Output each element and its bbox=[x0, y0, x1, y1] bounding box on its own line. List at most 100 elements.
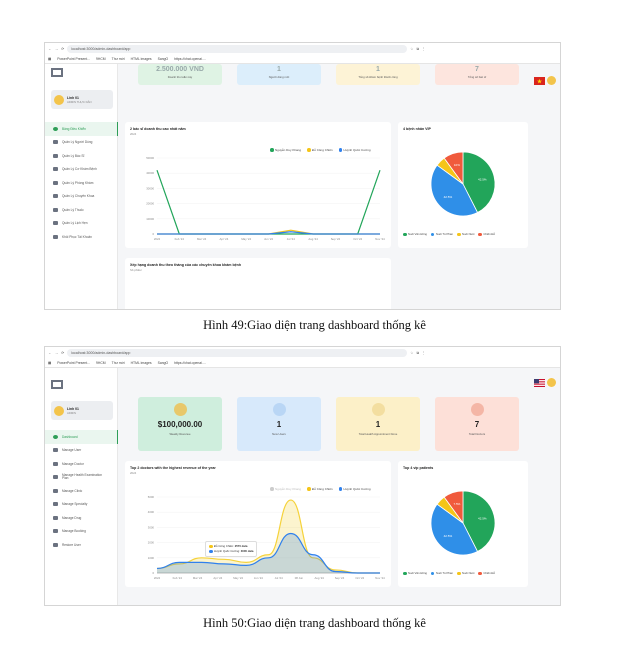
sidebar-item-drug[interactable]: Quản Lý Thuốc bbox=[45, 203, 118, 217]
sidebar-item-specialty[interactable]: Quản Lý Chuyên Khoa bbox=[45, 190, 118, 204]
stat-card-new-users: 1 New Users bbox=[237, 397, 321, 451]
bookmark[interactable]: HTML images bbox=[131, 57, 152, 61]
legend-item[interactable]: Nuôi Nuôi bbox=[457, 232, 474, 237]
bookmark[interactable]: 9HCM bbox=[96, 57, 106, 61]
bookmarks-bar: ▦ PowerPoint Present... 9HCM Thư mới HTM… bbox=[45, 55, 560, 64]
forward-icon[interactable]: → bbox=[55, 351, 59, 355]
sidebar: Linh 01 ADMIN Dashboard Manage User Mana… bbox=[45, 368, 118, 605]
doctor-icon bbox=[470, 403, 484, 416]
sidebar-item-restore[interactable]: Khôi Phục Tài Khoản bbox=[45, 230, 118, 244]
app-logo-icon[interactable] bbox=[51, 380, 63, 389]
user-profile[interactable]: Linh 01 ADMIN THỰC DÂN bbox=[51, 90, 113, 109]
sidebar-item-drug[interactable]: Manage Drug bbox=[45, 511, 118, 525]
user-avatar[interactable] bbox=[547, 76, 556, 85]
x-tick-label: 08 Jun bbox=[295, 576, 304, 580]
sidebar-item-label: Quản Lý Chuyên Khoa bbox=[62, 194, 95, 199]
bookmark[interactable]: https://chat.openai.... bbox=[174, 361, 205, 365]
sidebar-item-exam-plan[interactable]: Quản Lý Cơ Khám Bệnh bbox=[45, 163, 118, 177]
app-logo-icon[interactable] bbox=[51, 68, 63, 77]
menu-icon[interactable]: ⋮ bbox=[422, 47, 426, 51]
series-line[interactable] bbox=[156, 169, 381, 235]
sidebar-item-label: Quản Lý Bác Sĩ bbox=[62, 153, 85, 158]
sidebar-item-clinic[interactable]: Manage Clinic bbox=[45, 484, 118, 498]
apps-icon[interactable]: ▦ bbox=[48, 57, 51, 61]
sidebar-item-exam-plan[interactable]: Manage Health Examination Plan bbox=[45, 471, 118, 485]
bookmark[interactable]: Thư mới bbox=[112, 361, 125, 365]
bookmark[interactable]: 9HCM bbox=[96, 361, 106, 365]
browser-toolbar: ← → ⟳ localhost:3000/admin-dashboard/app… bbox=[45, 347, 560, 359]
stat-card-revenue: 2.500.000 VND Doanh thu tuần này bbox=[138, 64, 222, 85]
legend-item[interactable]: Nuôi Văn Hồng bbox=[403, 571, 427, 576]
legend-item[interactable]: Nuôi Tú Phan bbox=[430, 571, 453, 576]
sidebar-item-dashboard[interactable]: Dashboard bbox=[45, 430, 118, 444]
reload-icon[interactable]: ⟳ bbox=[61, 351, 64, 355]
y-tick-label: 20000 bbox=[146, 202, 154, 206]
legend-item[interactable]: Nuôi Nuôi bbox=[457, 571, 475, 576]
sidebar-item-doctors[interactable]: Manage Doctor bbox=[45, 457, 118, 471]
bookmark[interactable]: https://chat.openai.... bbox=[174, 57, 205, 61]
sidebar: Linh 01 ADMIN THỰC DÂN Bảng Điều Khiển Q… bbox=[45, 64, 118, 309]
legend-item[interactable]: Nuôi Tú Phan bbox=[430, 232, 453, 237]
sidebar-item-specialty[interactable]: Manage Specialty bbox=[45, 498, 118, 512]
y-tick-label: 4000 bbox=[148, 510, 155, 514]
stat-label: Total Doctors bbox=[468, 432, 486, 436]
legend-dot bbox=[403, 571, 407, 576]
menu-icon[interactable]: ⋮ bbox=[422, 351, 426, 355]
x-tick-label: Mar '24 bbox=[193, 576, 203, 580]
apps-icon[interactable]: ▦ bbox=[48, 361, 51, 365]
address-bar[interactable]: localhost:3000/admin-dashboard/app bbox=[67, 45, 408, 53]
stat-value: 7 bbox=[475, 66, 479, 73]
ranking-subtitle: Số phiếu/ bbox=[130, 268, 142, 272]
x-tick-label: Oct '24 bbox=[355, 576, 364, 580]
bookmark[interactable]: SangO bbox=[158, 57, 169, 61]
stat-value: 1 bbox=[277, 66, 281, 73]
us-flag-icon[interactable] bbox=[534, 379, 545, 387]
sidebar-item-restore[interactable]: Restore User bbox=[45, 538, 118, 552]
user-profile[interactable]: Linh 01 ADMIN bbox=[51, 401, 113, 420]
y-tick-label: 0 bbox=[152, 232, 154, 236]
x-tick-label: Apr '24 bbox=[213, 576, 222, 580]
legend-label: Nuôi Nuôi bbox=[462, 571, 475, 575]
pie-label: 42.5% bbox=[444, 195, 453, 199]
x-tick-label: Jul '24 bbox=[275, 576, 283, 580]
address-bar[interactable]: localhost:3000/admin-dashboard/app bbox=[67, 349, 408, 357]
back-icon[interactable]: ← bbox=[48, 47, 52, 51]
bookmark[interactable]: SangO bbox=[158, 361, 169, 365]
bookmark[interactable]: PowerPoint Present... bbox=[57, 57, 90, 61]
bookmark[interactable]: HTML images bbox=[131, 361, 152, 365]
bookmark[interactable]: PowerPoint Present... bbox=[57, 361, 90, 365]
clinic-icon bbox=[53, 180, 58, 185]
plan-icon bbox=[53, 167, 58, 172]
extensions-icon[interactable]: ⧉ bbox=[416, 351, 419, 355]
booking-icon bbox=[53, 529, 58, 534]
screenshot-2: ← → ⟳ localhost:3000/admin-dashboard/app… bbox=[44, 346, 561, 606]
user-avatar[interactable] bbox=[547, 378, 556, 387]
y-tick-label: 0 bbox=[152, 571, 154, 575]
sidebar-item-label: Quản Lý Phòng Khám bbox=[62, 180, 94, 185]
sidebar-item-booking[interactable]: Manage Booking bbox=[45, 525, 118, 539]
legend-item[interactable]: Chiến Đỗ bbox=[478, 571, 495, 576]
sidebar-item-users[interactable]: Manage User bbox=[45, 444, 118, 458]
reload-icon[interactable]: ⟳ bbox=[61, 47, 64, 51]
avatar bbox=[54, 94, 64, 105]
browser-toolbar: ← → ⟳ localhost:3000/admin-dashboard/app… bbox=[45, 43, 560, 55]
sidebar-item-clinic[interactable]: Quản Lý Phòng Khám bbox=[45, 176, 118, 190]
legend-item[interactable]: Chiến Đỗ bbox=[478, 232, 495, 237]
extensions-icon[interactable]: ⧉ bbox=[416, 47, 419, 51]
sidebar-item-users[interactable]: Quản Lý Người Dùng bbox=[45, 136, 118, 150]
doctor-icon bbox=[53, 461, 58, 466]
sidebar-item-booking[interactable]: Quản Lý Lịch Hẹn bbox=[45, 217, 118, 231]
vietnam-flag-icon[interactable] bbox=[534, 77, 545, 85]
y-tick-label: 40000 bbox=[146, 171, 154, 175]
star-icon[interactable]: ☆ bbox=[410, 47, 413, 51]
legend-item[interactable]: Nuôi Văn Hồng bbox=[403, 232, 427, 237]
series-line[interactable] bbox=[157, 231, 380, 235]
sidebar-item-label: Quản Lý Thuốc bbox=[62, 207, 84, 212]
bookmark[interactable]: Thư mới bbox=[112, 57, 125, 61]
sidebar-item-doctors[interactable]: Quản Lý Bác Sĩ bbox=[45, 149, 118, 163]
back-icon[interactable]: ← bbox=[48, 351, 52, 355]
sidebar-item-dashboard[interactable]: Bảng Điều Khiển bbox=[45, 122, 118, 136]
stat-value: 1 bbox=[375, 420, 381, 429]
star-icon[interactable]: ☆ bbox=[410, 351, 413, 355]
forward-icon[interactable]: → bbox=[55, 47, 59, 51]
